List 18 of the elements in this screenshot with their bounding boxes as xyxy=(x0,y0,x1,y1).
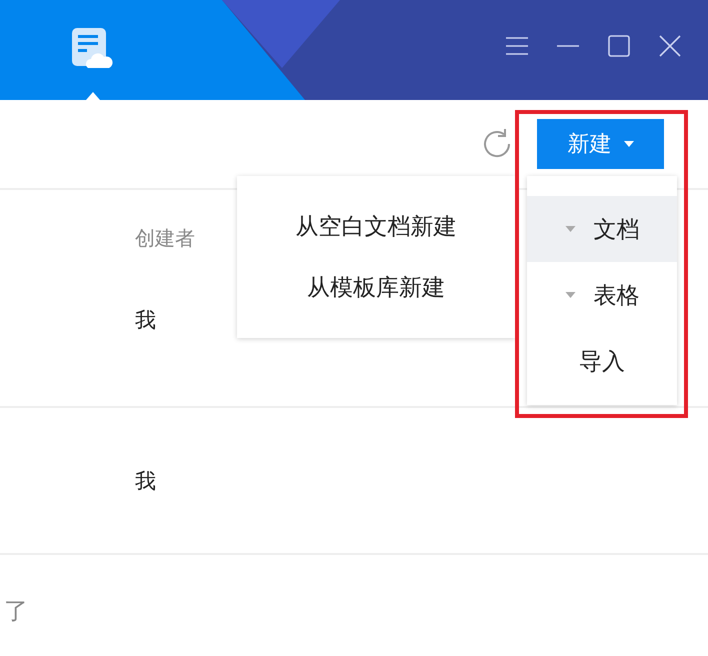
column-header: 创建者 xyxy=(135,224,195,252)
maximize-icon[interactable] xyxy=(607,34,631,58)
table-cell-text: 我 xyxy=(135,468,156,494)
tab-pointer-icon xyxy=(86,92,100,100)
menu-item[interactable]: 从模板库新建 xyxy=(237,272,515,303)
document-cloud-icon[interactable] xyxy=(70,26,114,70)
table-cell-text: 我 xyxy=(135,307,156,334)
menu-icon[interactable] xyxy=(505,34,529,58)
new-button[interactable]: 新建 xyxy=(537,119,664,169)
menu-item[interactable]: 文档 xyxy=(527,196,677,262)
caret-icon xyxy=(564,226,576,232)
caret-icon xyxy=(624,141,634,147)
menu-item[interactable]: 从空白文档新建 xyxy=(237,211,515,242)
menu-item[interactable]: 导入 xyxy=(527,328,677,394)
close-icon[interactable] xyxy=(658,34,682,58)
caret-icon xyxy=(564,292,576,298)
menu-item[interactable]: 表格 xyxy=(527,262,677,328)
status-text: 了 xyxy=(4,597,28,625)
